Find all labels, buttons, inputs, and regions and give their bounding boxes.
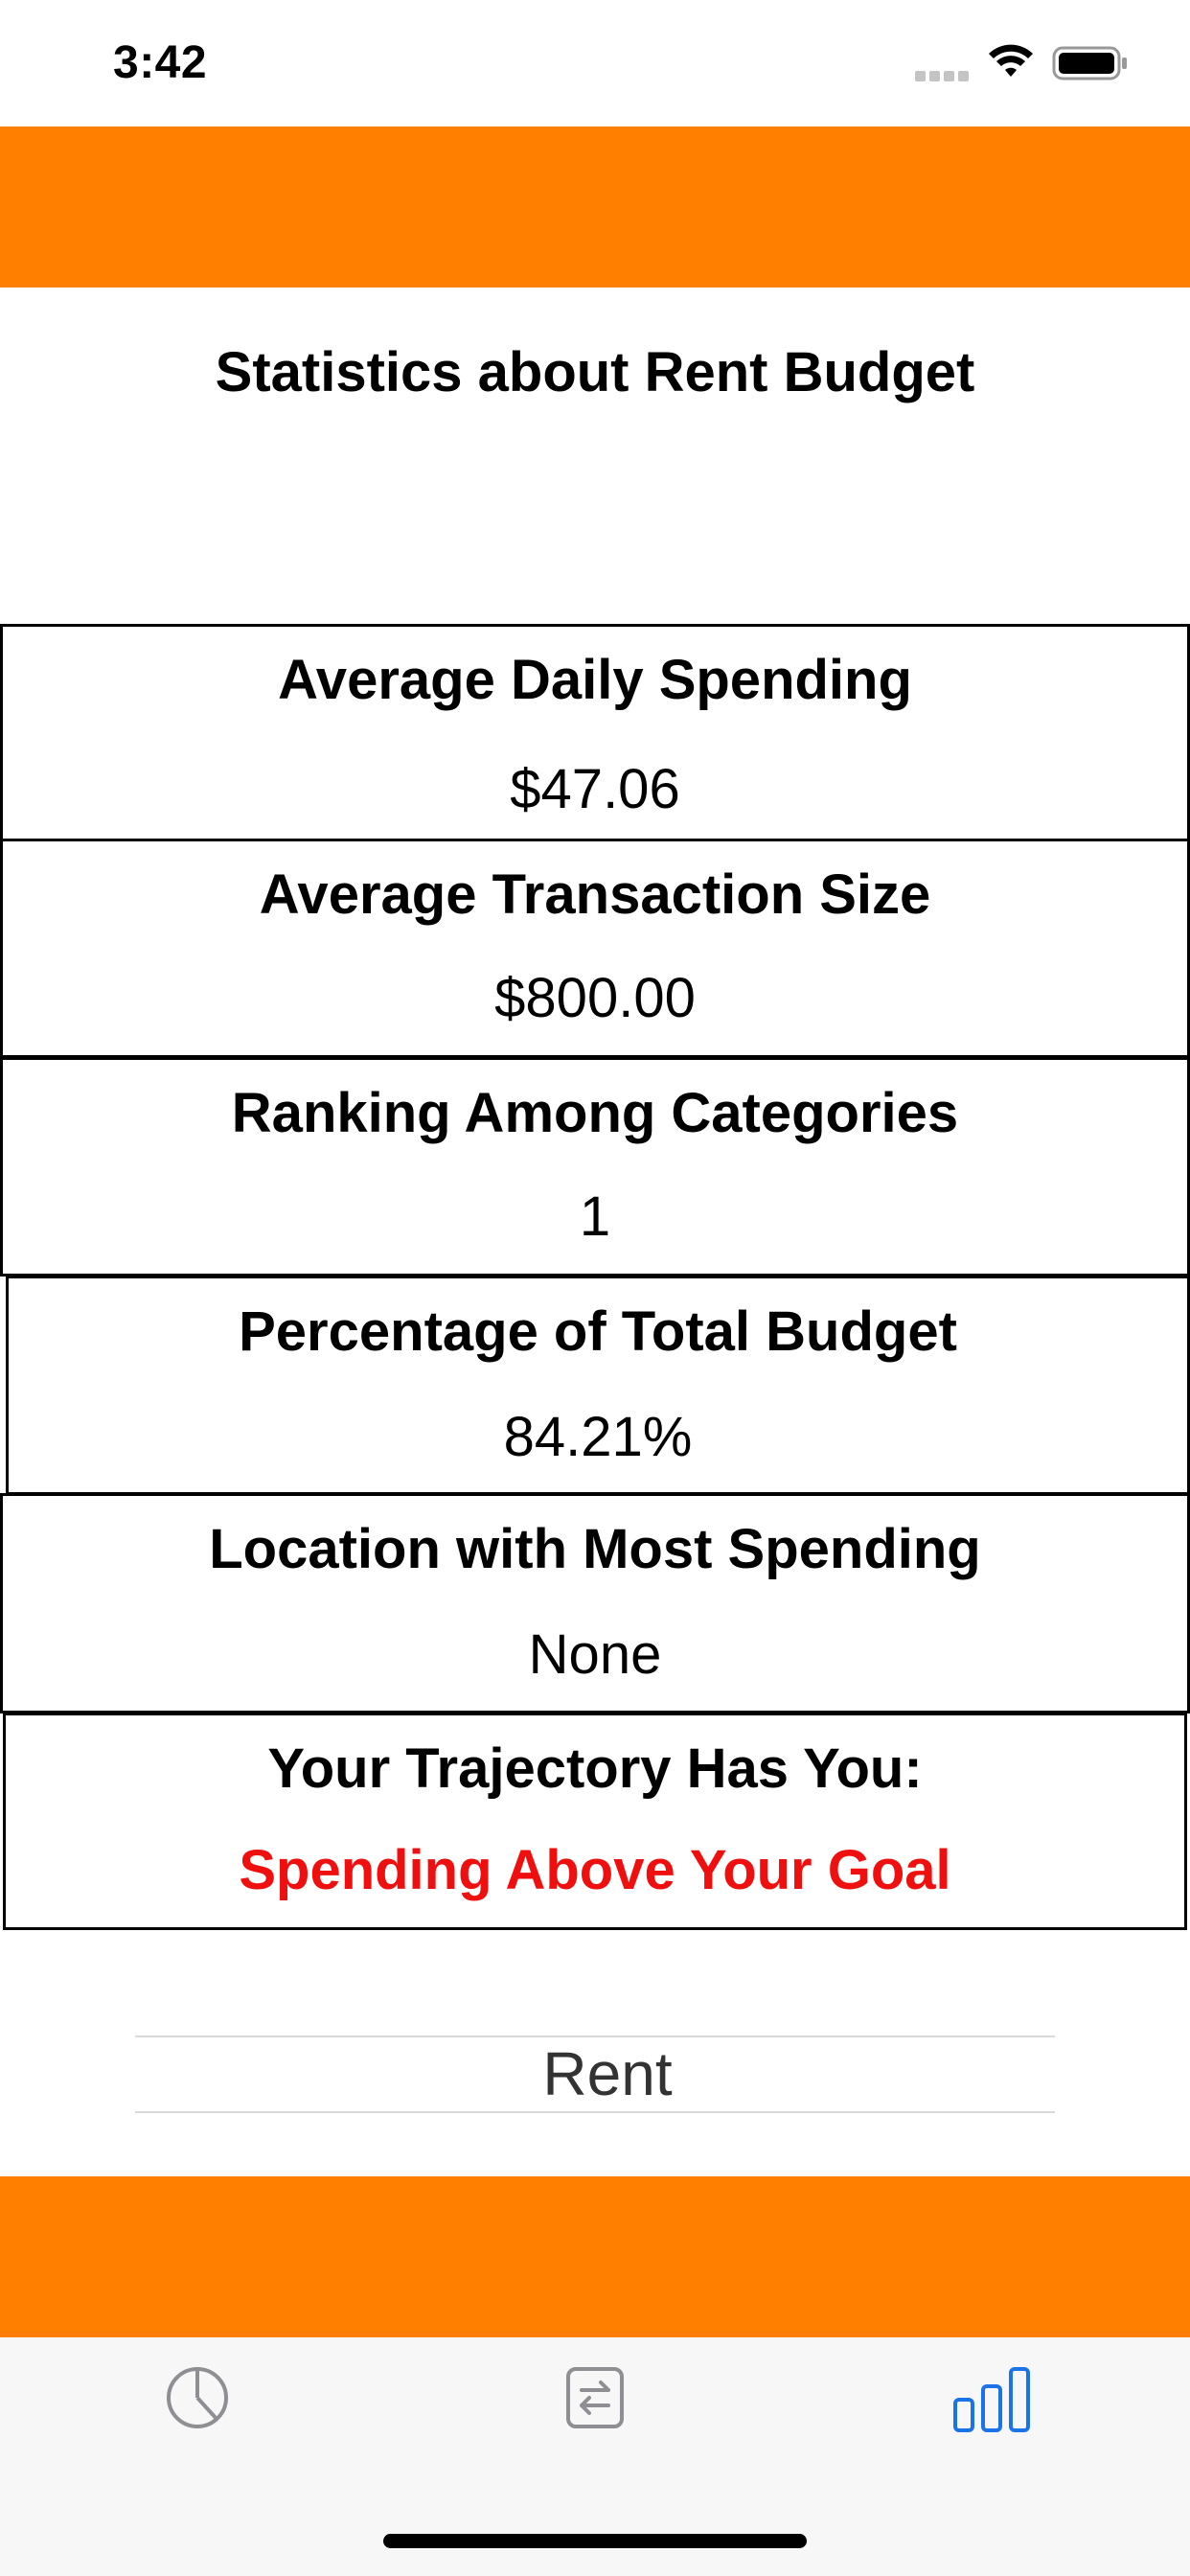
stat-card-trajectory: Your Trajectory Has You: Spending Above …: [3, 1713, 1187, 1930]
stat-value: 1: [579, 1185, 611, 1248]
bar-chart-icon: [953, 2367, 1030, 2432]
picker-top-divider: [135, 2036, 1055, 2037]
signal-dots-icon: [915, 69, 973, 82]
stat-value: $800.00: [494, 967, 696, 1029]
stat-label: Average Daily Spending: [278, 649, 912, 711]
status-time: 3:42: [113, 37, 208, 88]
stat-label: Your Trajectory Has You:: [267, 1737, 923, 1800]
trajectory-status: Spending Above Your Goal: [239, 1839, 951, 1901]
battery-icon: [1052, 46, 1127, 80]
stat-value: 84.21%: [503, 1406, 693, 1468]
tab-transactions[interactable]: [557, 2359, 633, 2436]
status-bar: 3:42: [0, 0, 1190, 126]
tab-statistics[interactable]: [951, 2359, 1032, 2436]
stat-label: Percentage of Total Budget: [239, 1300, 957, 1363]
wifi-icon: [989, 44, 1033, 77]
stat-card-ranking-among-categories: Ranking Among Categories 1: [0, 1057, 1190, 1276]
picker-bottom-divider: [135, 2111, 1055, 2113]
footer-bar: [0, 2176, 1190, 2337]
stat-label: Average Transaction Size: [259, 863, 931, 926]
stat-value: None: [528, 1623, 662, 1686]
stat-label: Ranking Among Categories: [231, 1082, 959, 1144]
page-title: Statistics about Rent Budget: [215, 341, 975, 403]
stat-card-location-with-most-spending: Location with Most Spending None: [0, 1493, 1190, 1714]
transfer-icon: [566, 2367, 624, 2428]
stat-card-average-daily-spending: Average Daily Spending $47.06: [0, 624, 1190, 841]
stat-label: Location with Most Spending: [209, 1518, 981, 1580]
header-bar: [0, 126, 1190, 288]
stat-value: $47.06: [510, 758, 680, 820]
stat-card-average-transaction-size: Average Transaction Size $800.00: [0, 839, 1190, 1058]
tab-budget[interactable]: [159, 2359, 236, 2436]
home-indicator[interactable]: [383, 2534, 807, 2548]
category-picker[interactable]: Rent: [135, 2038, 1080, 2109]
pie-chart-icon: [167, 2367, 228, 2428]
stat-card-percentage-of-total-budget: Percentage of Total Budget 84.21%: [6, 1276, 1190, 1495]
